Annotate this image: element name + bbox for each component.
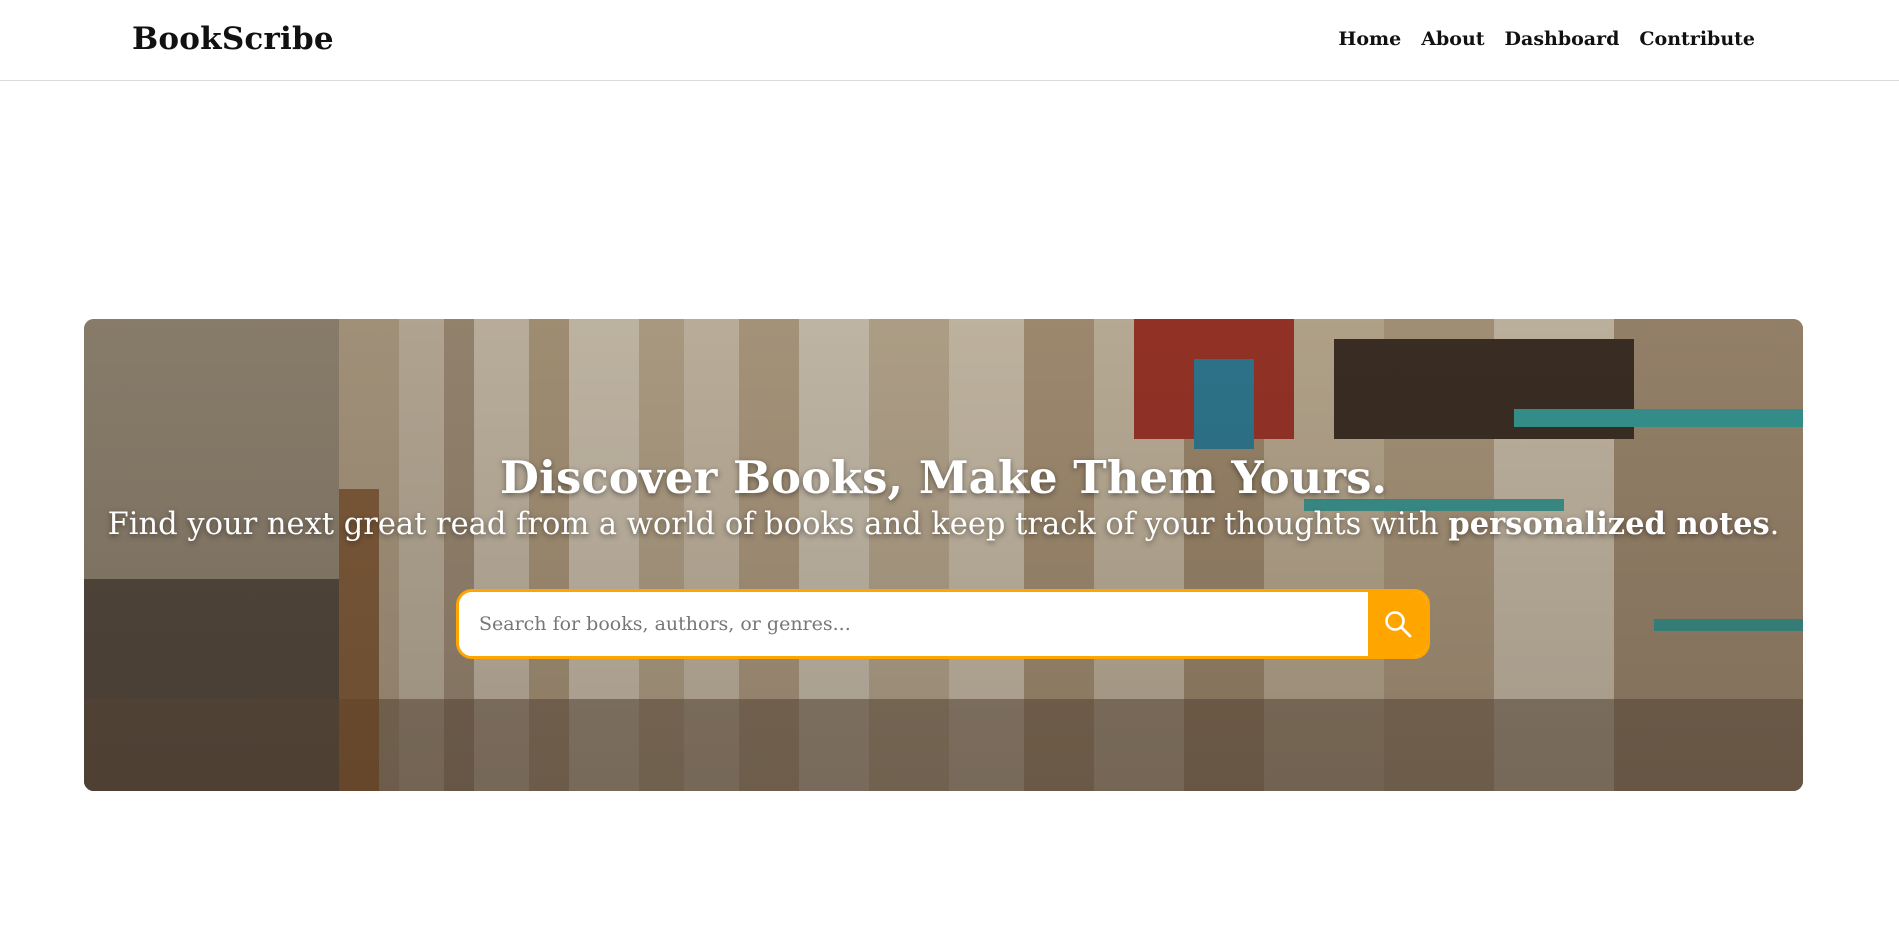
top-navbar: BookScribe Home About Dashboard Contribu… (0, 0, 1899, 81)
hero-banner: Discover Books, Make Them Yours. Find yo… (84, 319, 1803, 791)
search-form (456, 589, 1430, 659)
hero-content: Discover Books, Make Them Yours. Find yo… (84, 453, 1803, 544)
nav-link-home[interactable]: Home (1338, 28, 1401, 50)
search-button[interactable] (1368, 592, 1427, 656)
hero-subtitle-text: Find your next great read from a world o… (107, 506, 1449, 542)
hero-overlay (84, 319, 1803, 791)
hero-subtitle: Find your next great read from a world o… (84, 505, 1803, 545)
hero-subtitle-end: . (1769, 506, 1780, 542)
nav-link-dashboard[interactable]: Dashboard (1505, 28, 1620, 50)
hero-title: Discover Books, Make Them Yours. (499, 451, 1388, 504)
main-nav: Home About Dashboard Contribute (1338, 28, 1755, 50)
search-icon (1384, 611, 1411, 638)
brand-logo[interactable]: BookScribe (132, 21, 334, 57)
nav-link-about[interactable]: About (1421, 28, 1484, 50)
search-input[interactable] (459, 592, 1368, 656)
nav-link-contribute[interactable]: Contribute (1639, 28, 1755, 50)
hero-subtitle-emphasis: personalized notes (1448, 505, 1770, 542)
